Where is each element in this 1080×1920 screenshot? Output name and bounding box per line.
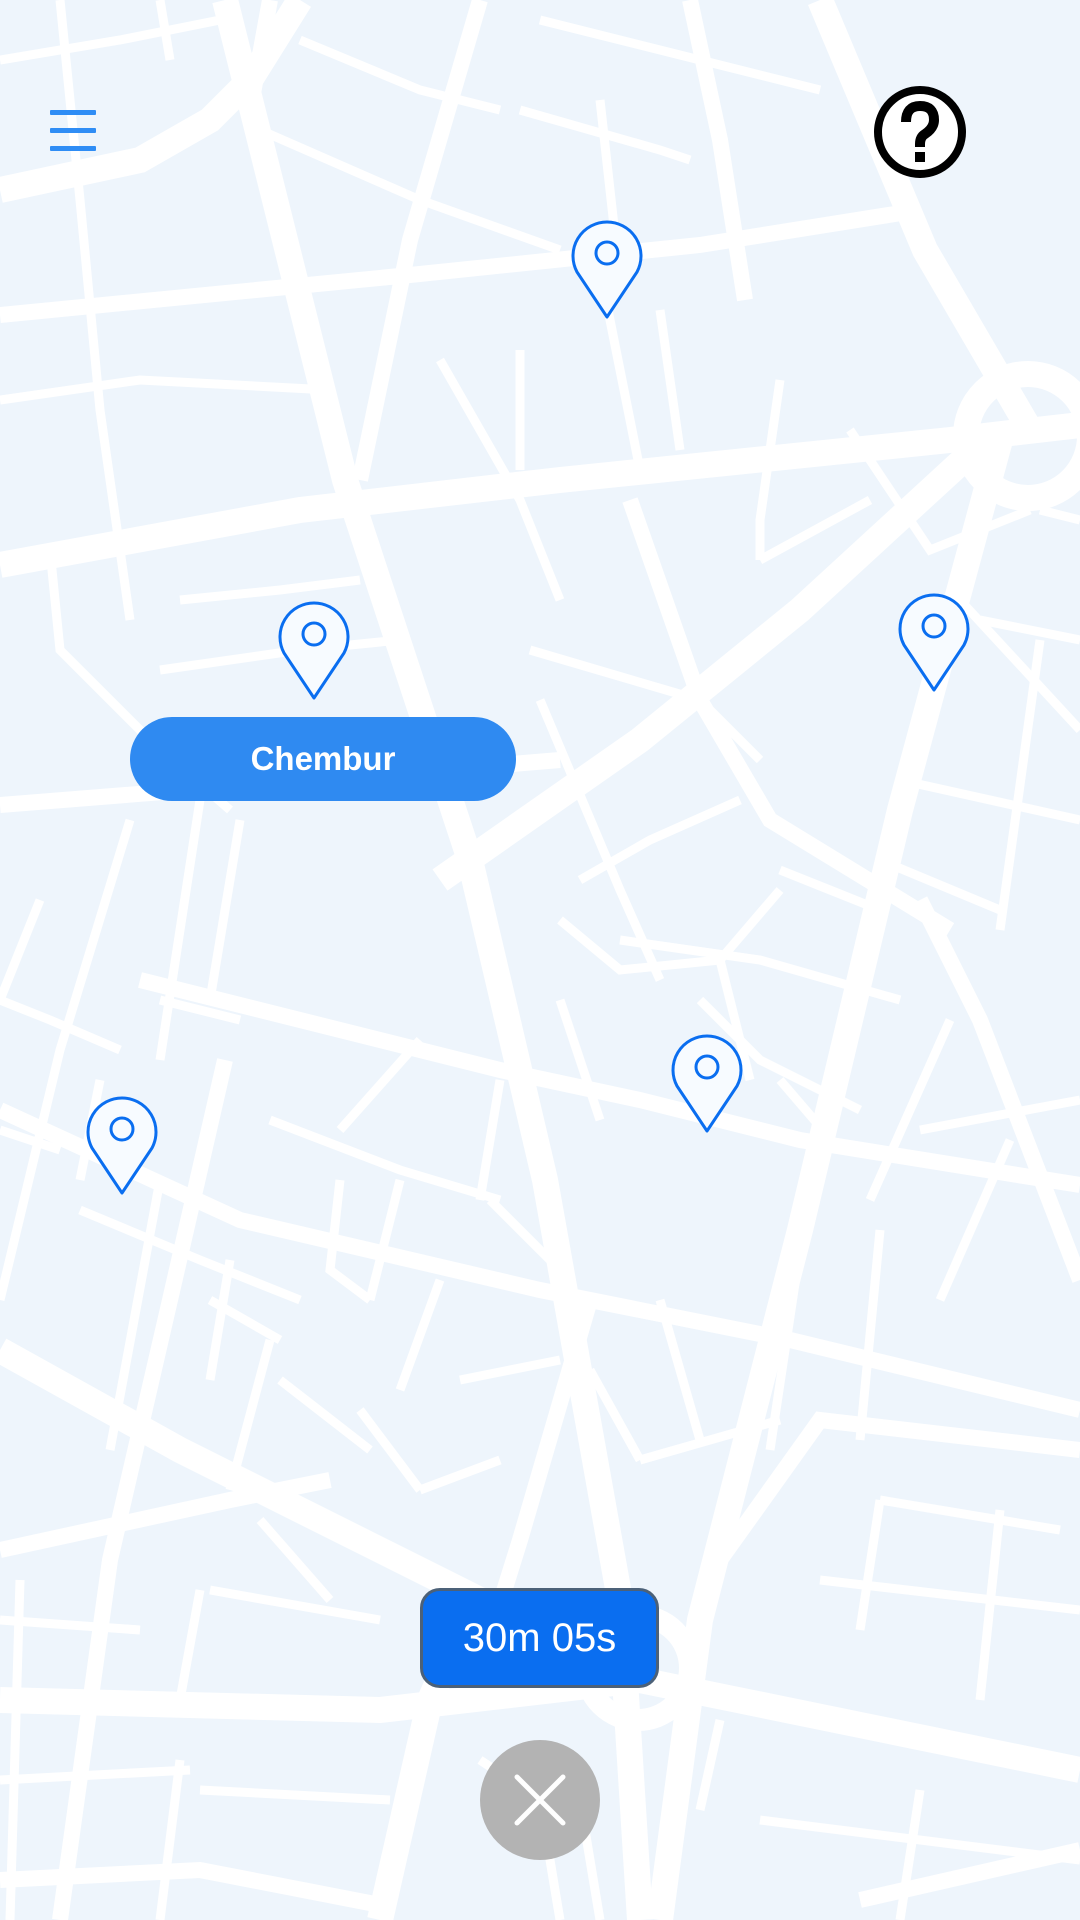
hamburger-menu-icon-bar <box>50 128 96 133</box>
countdown-timer: 30m 05s <box>420 1588 659 1688</box>
place-label-text: Chembur <box>250 740 396 777</box>
map-pin-icon <box>571 220 643 319</box>
map-pin-1[interactable] <box>570 216 644 320</box>
map-screen: Chembur 30m 05s <box>0 0 1080 1920</box>
place-label-chip[interactable]: Chembur <box>130 717 516 801</box>
map-pin-2[interactable] <box>277 597 351 701</box>
map-pin-4[interactable] <box>670 1030 744 1134</box>
map-pin-icon <box>898 593 970 692</box>
help-button[interactable] <box>872 84 968 180</box>
map-pin-3[interactable] <box>897 589 971 693</box>
menu-button[interactable] <box>44 104 102 158</box>
timer-text: 30m 05s <box>462 1615 617 1660</box>
map-pin-5[interactable] <box>85 1092 159 1196</box>
question-circle-icon <box>874 86 966 178</box>
map-pin-icon <box>278 601 350 700</box>
close-button[interactable] <box>480 1740 600 1860</box>
close-icon <box>514 1774 566 1826</box>
hamburger-menu-icon <box>50 110 96 115</box>
hamburger-menu-icon-bar <box>50 146 96 151</box>
map-pin-icon <box>86 1096 158 1195</box>
map-pin-icon <box>671 1034 743 1133</box>
